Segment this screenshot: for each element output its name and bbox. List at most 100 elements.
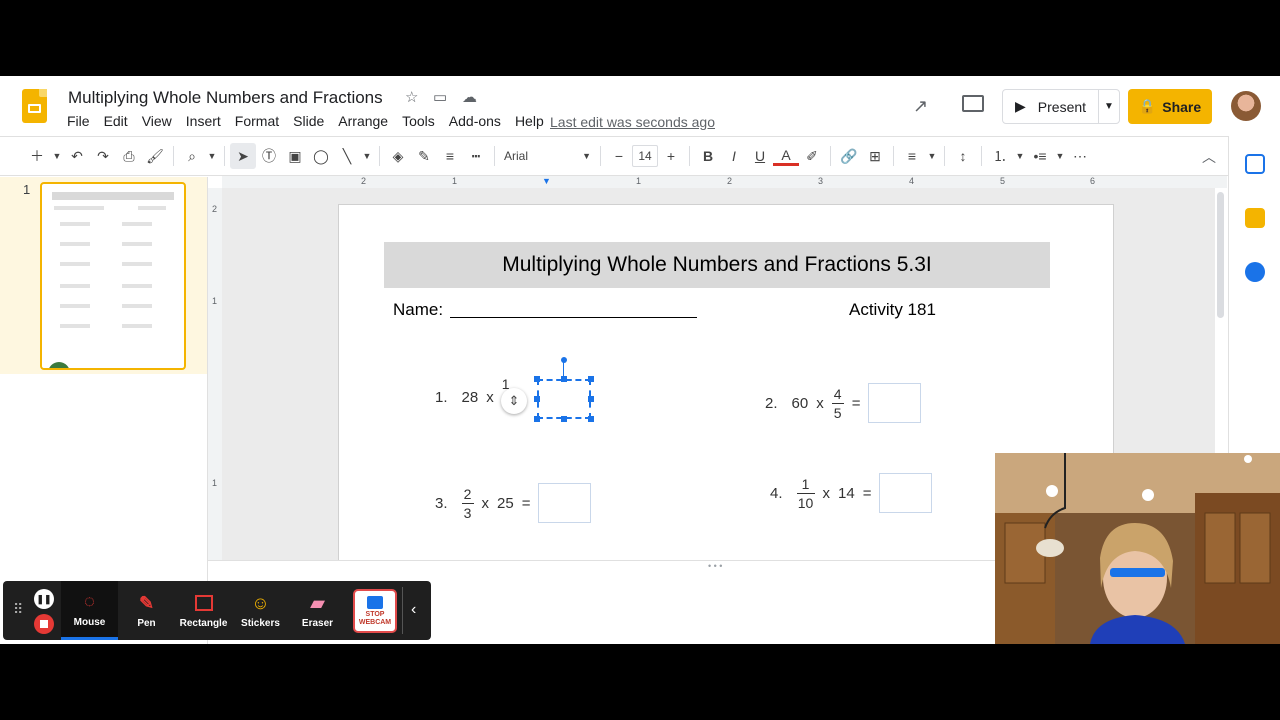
menu-addons[interactable]: Add-ons (442, 113, 508, 129)
more-options-icon[interactable]: ⋯ (1067, 143, 1093, 169)
add-comment-icon[interactable]: ⊞ (862, 143, 888, 169)
new-slide-dropdown-icon[interactable]: ▼ (50, 143, 64, 169)
collapse-toolbar-icon[interactable]: ︿ (1202, 147, 1216, 167)
numbered-list-dropdown-icon[interactable]: ▼ (1013, 143, 1027, 169)
stop-recording-icon[interactable] (34, 614, 54, 634)
undo-icon[interactable]: ↶ (64, 143, 90, 169)
tool-mouse[interactable]: ◌ Mouse (61, 581, 118, 640)
tool-eraser[interactable]: ▰ Eraser (289, 581, 346, 640)
menu-insert[interactable]: Insert (179, 113, 228, 129)
keep-icon[interactable] (1245, 208, 1265, 228)
link-icon[interactable]: 🔗 (836, 143, 862, 169)
name-label[interactable]: Name: (393, 300, 443, 320)
mouse-icon: ◌ (84, 591, 95, 611)
menu-edit[interactable]: Edit (97, 113, 135, 129)
comments-icon[interactable] (962, 95, 984, 112)
toolbar: ＋ ▼ ↶ ↷ ⎙ 🖌 ⌕ ▼ ➤ Ⓣ ▣ ◯ ╲ ▼ ◈ ✎ ≡ ┅ Aria… (0, 136, 1228, 176)
pen-icon: ✎ (138, 592, 155, 613)
present-label: Present (1037, 98, 1087, 115)
print-icon[interactable]: ⎙ (116, 143, 142, 169)
account-avatar[interactable] (1231, 91, 1261, 121)
star-icon[interactable]: ☆ (405, 88, 418, 106)
line-dropdown-icon[interactable]: ▼ (360, 143, 374, 169)
last-edit-link[interactable]: Last edit was seconds ago (550, 114, 715, 130)
bulleted-list-icon[interactable]: •≡ (1027, 143, 1053, 169)
menu-format[interactable]: Format (228, 113, 286, 129)
indent-marker-icon[interactable]: ▼ (542, 176, 551, 186)
numbered-list-icon[interactable]: ⒈ (987, 143, 1013, 169)
font-size-input[interactable]: 14 (632, 145, 658, 167)
align-icon[interactable]: ≡ (899, 143, 925, 169)
menu-tools[interactable]: Tools (395, 113, 442, 129)
webcam-icon (367, 595, 383, 609)
bulleted-list-dropdown-icon[interactable]: ▼ (1053, 143, 1067, 169)
activity-label[interactable]: Activity 181 (849, 300, 936, 320)
answer-box[interactable] (538, 483, 592, 523)
tasks-icon[interactable] (1245, 262, 1265, 282)
menu-file[interactable]: File (60, 113, 97, 129)
share-label: Share (1162, 98, 1202, 115)
decrease-font-size-icon[interactable]: − (606, 143, 632, 169)
zoom-dropdown-icon[interactable]: ▼ (205, 143, 219, 169)
underline-icon[interactable]: U (747, 143, 773, 169)
italic-icon[interactable]: I (721, 143, 747, 169)
pause-icon[interactable]: ❚❚ (34, 589, 54, 609)
problem-4[interactable]: 4. 1 10 x 14 = (770, 473, 933, 513)
fraction: 23 (461, 486, 474, 521)
menu-arrange[interactable]: Arrange (331, 113, 395, 129)
font-select[interactable]: Arial ▼ (500, 143, 595, 169)
select-cursor-icon[interactable]: ➤ (230, 143, 256, 169)
calendar-icon[interactable] (1245, 154, 1265, 174)
border-color-icon[interactable]: ✎ (411, 143, 437, 169)
vertical-resize-icon[interactable]: ⇕ (501, 388, 527, 414)
document-title[interactable]: Multiplying Whole Numbers and Fractions (68, 88, 383, 108)
problem-1[interactable]: 1. 28 x 1 (435, 376, 510, 407)
answer-box[interactable] (879, 473, 933, 513)
text-box-icon[interactable]: Ⓣ (256, 143, 282, 169)
answer-box[interactable] (868, 383, 922, 423)
stop-webcam-button[interactable]: STOP WEBCAM (353, 589, 397, 633)
slide-thumbnail[interactable] (40, 182, 186, 370)
image-icon[interactable]: ▣ (282, 143, 308, 169)
paint-format-icon[interactable]: 🖌 (142, 143, 168, 169)
cloud-saved-icon[interactable]: ☁ (462, 88, 477, 106)
highlight-icon[interactable]: ✐ (799, 143, 825, 169)
slides-logo-icon[interactable] (22, 89, 47, 123)
selected-answer-box[interactable] (537, 379, 591, 419)
rotate-handle[interactable] (561, 357, 567, 363)
tool-pen[interactable]: ✎ Pen (118, 581, 175, 640)
activity-dashboard-icon[interactable]: ↗ (913, 96, 928, 117)
border-dash-icon[interactable]: ┅ (463, 143, 489, 169)
increase-font-size-icon[interactable]: + (658, 143, 684, 169)
tool-rectangle[interactable]: Rectangle (175, 581, 232, 640)
problem-2[interactable]: 2. 60 x 45 = (765, 383, 922, 423)
problem-3[interactable]: 3. 23 x 25 = (435, 483, 592, 523)
present-dropdown-icon[interactable]: ▼ (1099, 101, 1119, 112)
collapse-chevron-icon[interactable]: ‹ (411, 601, 416, 619)
redo-icon[interactable]: ↷ (90, 143, 116, 169)
present-button[interactable]: ▶ Present ▼ (1002, 89, 1120, 124)
drag-handle-icon[interactable]: ⠿ (13, 601, 23, 618)
screen-recorder-toolbar: ⠿ ❚❚ ◌ Mouse ✎ Pen Rectangle ☺ Stickers … (3, 581, 431, 640)
menu-help[interactable]: Help (508, 113, 551, 129)
fill-color-icon[interactable]: ◈ (385, 143, 411, 169)
zoom-icon[interactable]: ⌕ (179, 143, 205, 169)
align-dropdown-icon[interactable]: ▼ (925, 143, 939, 169)
slide-filmstrip: 1 (0, 177, 208, 644)
move-folder-icon[interactable]: ▭ (433, 88, 447, 106)
share-button[interactable]: 🔒 Share (1128, 89, 1212, 124)
bold-icon[interactable]: B (695, 143, 721, 169)
menu-slide[interactable]: Slide (286, 113, 331, 129)
new-slide-icon[interactable]: ＋ (24, 143, 50, 169)
present-icon: ▶ (1015, 98, 1026, 114)
shape-icon[interactable]: ◯ (308, 143, 334, 169)
menu-view[interactable]: View (135, 113, 179, 129)
line-icon[interactable]: ╲ (334, 143, 360, 169)
slide-title[interactable]: Multiplying Whole Numbers and Fractions … (384, 242, 1050, 288)
border-weight-icon[interactable]: ≡ (437, 143, 463, 169)
webcam-feed (995, 453, 1280, 644)
text-color-icon[interactable]: A (773, 146, 799, 166)
line-spacing-icon[interactable]: ↕ (950, 143, 976, 169)
tool-stickers[interactable]: ☺ Stickers (232, 581, 289, 640)
notes-resize-handle[interactable]: • • • (708, 561, 722, 571)
